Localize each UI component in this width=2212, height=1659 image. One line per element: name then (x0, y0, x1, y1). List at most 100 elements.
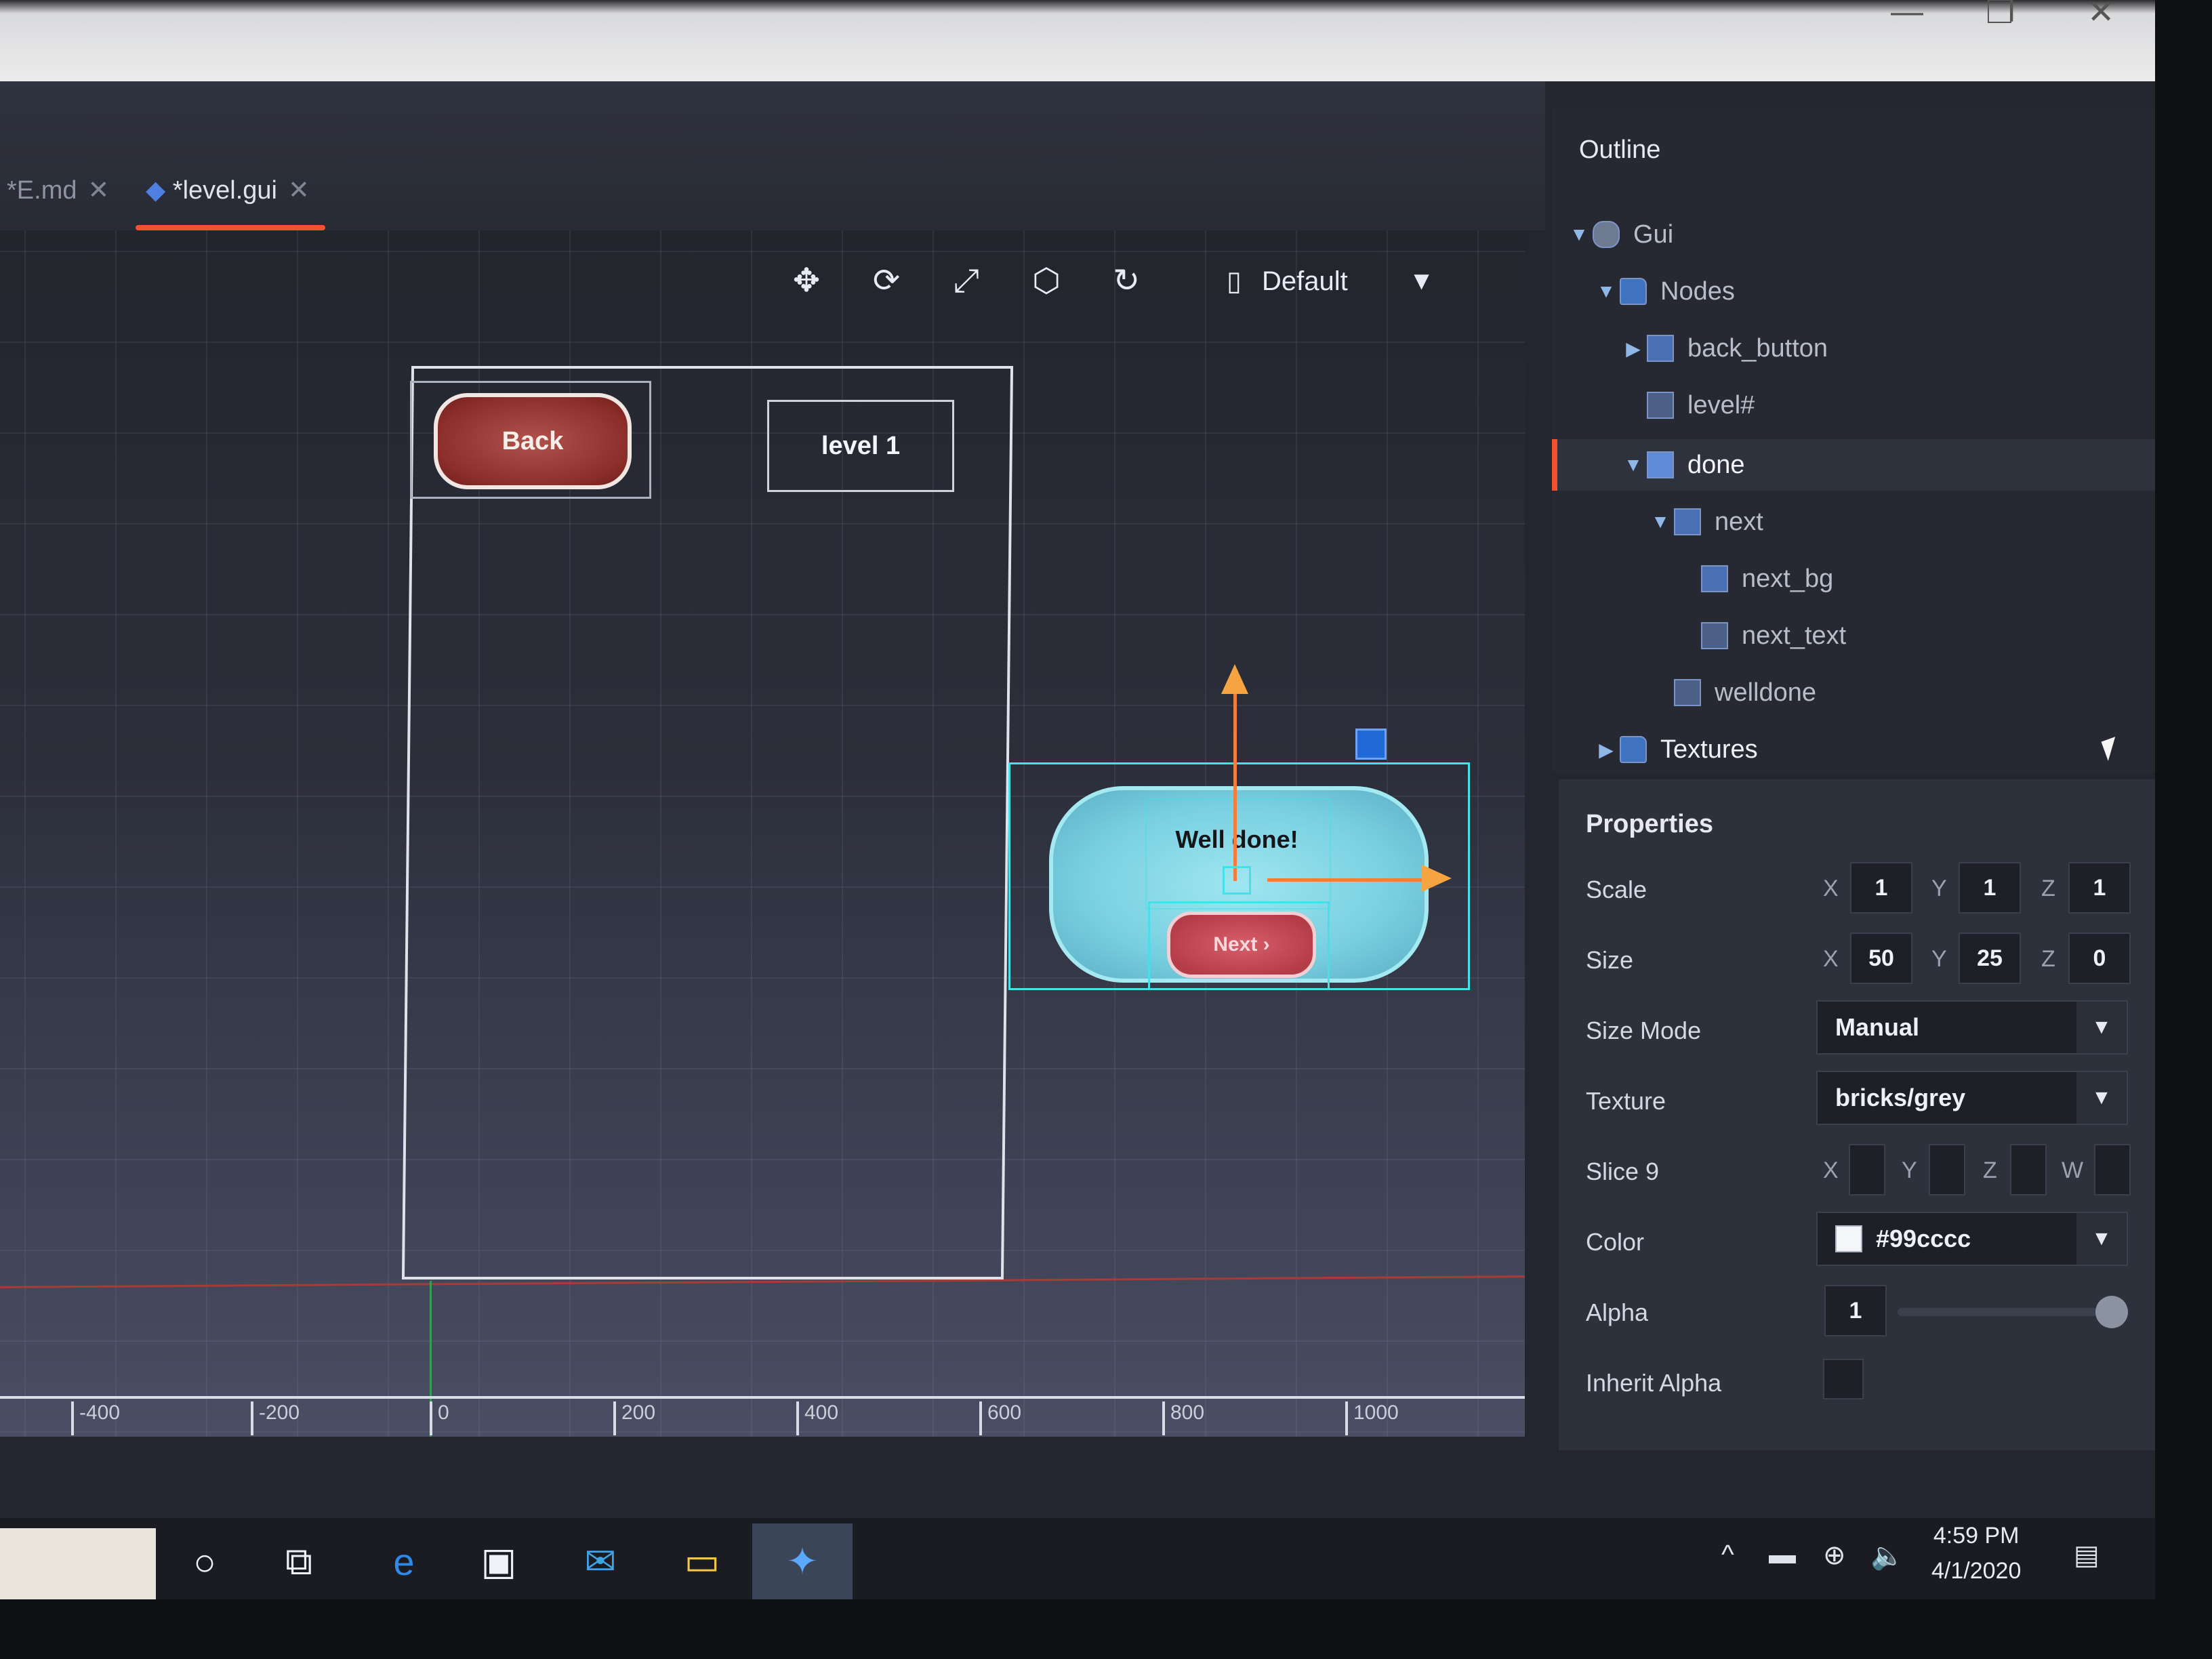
gizmo-x-arrow-icon[interactable] (1422, 865, 1452, 892)
scene-view[interactable]: ✥ ⟳ ⤢ ⬡ ↻ ▯ Default ▼ Back level 1 Well … (0, 230, 1525, 1437)
text-node-icon (1647, 392, 1674, 419)
slice9-x-input[interactable] (1849, 1144, 1885, 1195)
window-titlebar: — ❐ ✕ (0, 0, 2155, 81)
tab-e-md[interactable]: *E.md ✕ (7, 175, 109, 205)
ruler-tick: 200 (613, 1401, 655, 1435)
slice9-w-input[interactable] (2094, 1144, 2131, 1195)
level-text-node[interactable]: level 1 (767, 400, 954, 492)
tree-item-level[interactable]: level# (1552, 380, 2155, 431)
chevron-down-icon[interactable]: ▼ (2076, 1002, 2127, 1053)
tree-item-label: Textures (1660, 735, 1758, 764)
axis-y-label: Y (1931, 946, 1947, 972)
chevron-down-icon[interactable]: ▼ (1565, 224, 1593, 245)
maximize-button[interactable]: ❐ (1986, 0, 2015, 31)
slice9-y-input[interactable] (1929, 1144, 1965, 1195)
gizmo-plane-handle[interactable] (1355, 729, 1387, 760)
size-y-input[interactable]: 25 (1959, 933, 2021, 984)
tree-item-label: next_text (1742, 621, 1847, 650)
axis-w-label: W (2062, 1158, 2084, 1183)
resize-icon[interactable]: ⬡ (1026, 261, 1067, 302)
file-explorer-icon[interactable]: ▭ (678, 1537, 726, 1586)
layout-selector[interactable]: ▯ Default ▼ (1227, 266, 1434, 297)
mail-icon[interactable]: ✉ (576, 1537, 625, 1586)
gizmo-y-arrow-icon[interactable] (1221, 664, 1248, 694)
notifications-icon[interactable]: ▤ (2074, 1540, 2100, 1571)
back-button-node[interactable]: Back (434, 393, 632, 489)
device-icon: ▯ (1227, 266, 1242, 296)
welldone-text-node[interactable]: Well done! (1152, 825, 1322, 854)
taskbar-search-box[interactable] (0, 1528, 156, 1599)
slice9-label: Slice 9 (1586, 1158, 1660, 1185)
ruler-tick: 600 (979, 1401, 1021, 1435)
close-icon[interactable]: ✕ (288, 176, 310, 205)
alpha-input[interactable]: 1 (1824, 1285, 1887, 1336)
tree-item-back-button[interactable]: ▶ back_button (1552, 323, 2155, 374)
axis-z-label: Z (2041, 876, 2055, 901)
ruler-tick: 1000 (1345, 1401, 1399, 1435)
chevron-right-icon[interactable]: ▶ (1620, 337, 1647, 360)
chevron-down-icon[interactable]: ▼ (1593, 281, 1620, 302)
chevron-down-icon[interactable]: ▼ (2076, 1072, 2127, 1124)
gizmo-center-handle[interactable] (1223, 866, 1251, 895)
tree-item-next[interactable]: ▼ next (1552, 496, 2155, 548)
axis-x-label: X (1823, 946, 1839, 972)
slice9-z-input[interactable] (2010, 1144, 2047, 1195)
size-mode-select[interactable]: Manual ▼ (1816, 1000, 2128, 1054)
size-x-input[interactable]: 50 (1850, 933, 1912, 984)
chevron-down-icon[interactable]: ▼ (2076, 1213, 2127, 1265)
color-value: #99cccc (1876, 1225, 1971, 1252)
scale-z-input[interactable]: 1 (2068, 862, 2131, 914)
tree-item-label: next (1715, 507, 1763, 536)
task-view-icon[interactable]: ⧉ (274, 1537, 323, 1586)
alpha-slider-knob[interactable] (2095, 1296, 2128, 1328)
chevron-right-icon[interactable]: ▶ (1593, 739, 1620, 761)
color-picker[interactable]: #99cccc ▼ (1816, 1212, 2128, 1266)
tree-item-done[interactable]: ▼ done (1552, 439, 2155, 491)
minimize-button[interactable]: — (1891, 0, 1923, 30)
taskbar-clock[interactable]: 4:59 PM 4/1/2020 (1931, 1518, 2021, 1589)
chevron-down-icon[interactable]: ▼ (1620, 454, 1647, 476)
horizontal-ruler: -400 -200 0 200 400 600 800 1000 (0, 1396, 1525, 1437)
texture-select[interactable]: bricks/grey ▼ (1816, 1071, 2128, 1125)
gizmo-y-axis[interactable] (1233, 678, 1237, 881)
defold-taskbar-button[interactable]: ✦ (752, 1523, 853, 1599)
rotate-icon[interactable]: ⟳ (866, 261, 907, 302)
box-node-icon (1701, 565, 1728, 592)
alpha-slider-track[interactable] (1898, 1308, 2114, 1316)
scale-icon[interactable]: ⤢ (946, 261, 987, 302)
cortana-icon[interactable]: ○ (180, 1537, 229, 1586)
size-mode-value: Manual (1835, 1013, 1920, 1041)
scale-x-input[interactable]: 1 (1850, 862, 1912, 914)
show-hidden-icons-icon[interactable]: ^ (1721, 1540, 1734, 1570)
scene-toolbar: ✥ ⟳ ⤢ ⬡ ↻ (786, 261, 1147, 302)
ruler-tick: 0 (430, 1401, 449, 1435)
text-node-icon (1701, 622, 1728, 649)
tree-item-gui[interactable]: ▼ Gui (1552, 209, 2155, 260)
gizmo-x-axis[interactable] (1267, 878, 1430, 882)
globe-icon[interactable]: ⊕ (1823, 1540, 1846, 1571)
text-node-icon (1674, 679, 1701, 706)
tree-item-next-bg[interactable]: next_bg (1552, 553, 2155, 605)
gui-node-icon (1593, 221, 1620, 248)
chevron-down-icon[interactable]: ▼ (1647, 511, 1674, 533)
next-button-node[interactable]: Next › (1167, 912, 1316, 978)
close-icon[interactable]: ✕ (87, 176, 109, 205)
back-button-text: Back (501, 426, 564, 455)
tab-label: *E.md (7, 176, 77, 205)
inherit-alpha-checkbox[interactable] (1823, 1359, 1864, 1399)
volume-icon[interactable]: 🔈 (1870, 1540, 1904, 1572)
store-icon[interactable]: ▣ (474, 1537, 523, 1586)
tree-item-next-text[interactable]: next_text (1552, 610, 2155, 661)
tree-item-nodes[interactable]: ▼ Nodes (1552, 266, 2155, 317)
close-window-button[interactable]: ✕ (2087, 0, 2114, 31)
move-icon[interactable]: ✥ (786, 261, 827, 302)
tree-item-welldone[interactable]: welldone (1552, 667, 2155, 718)
scale-y-input[interactable]: 1 (1959, 862, 2021, 914)
size-z-input[interactable]: 0 (2068, 933, 2131, 984)
edge-browser-icon[interactable]: e (380, 1537, 428, 1586)
clock-time: 4:59 PM (1933, 1523, 2020, 1549)
tree-item-textures[interactable]: ▶ Textures (1552, 724, 2155, 775)
anchor-icon[interactable]: ↻ (1106, 261, 1147, 302)
network-icon[interactable]: ▬ (1769, 1540, 1796, 1570)
tab-level-gui[interactable]: ◆ *level.gui ✕ (146, 175, 310, 205)
